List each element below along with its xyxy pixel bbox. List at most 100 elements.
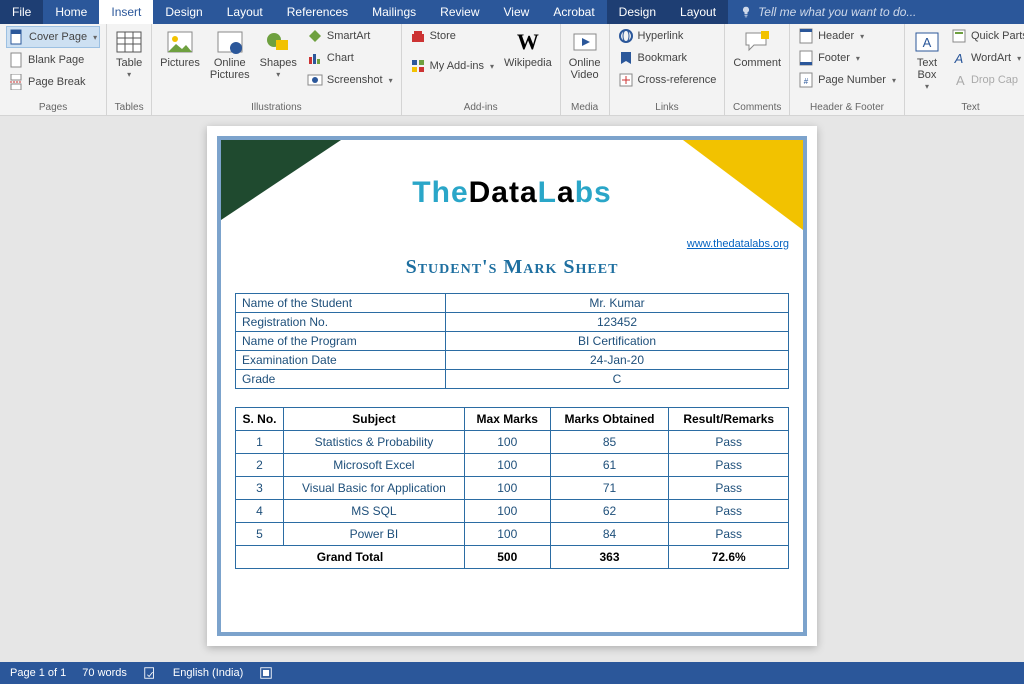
tab-view[interactable]: View bbox=[492, 0, 542, 24]
bookmark-button[interactable]: Bookmark bbox=[616, 48, 719, 68]
col-obtained: Marks Obtained bbox=[550, 408, 669, 431]
status-word-count[interactable]: 70 words bbox=[82, 667, 127, 679]
status-spellcheck[interactable] bbox=[143, 666, 157, 680]
footer-button[interactable]: Footer▾ bbox=[796, 48, 898, 68]
online-pictures-button[interactable]: Online Pictures bbox=[208, 26, 252, 83]
info-row: Examination Date24-Jan-20 bbox=[236, 351, 789, 370]
cross-reference-button[interactable]: Cross-reference bbox=[616, 70, 719, 90]
wikipedia-button[interactable]: WWikipedia bbox=[502, 26, 554, 71]
table-button[interactable]: Table▾ bbox=[113, 26, 145, 81]
tab-review[interactable]: Review bbox=[428, 0, 491, 24]
banner-right-shape bbox=[683, 140, 803, 230]
smartart-button[interactable]: SmartArt bbox=[305, 26, 395, 46]
page-number-button[interactable]: #Page Number▾ bbox=[796, 70, 898, 90]
group-header-footer: Header▾ Footer▾ #Page Number▾ Header & F… bbox=[790, 24, 905, 115]
shapes-button[interactable]: Shapes▾ bbox=[258, 26, 299, 81]
footer-icon bbox=[798, 50, 814, 66]
store-button[interactable]: Store bbox=[408, 26, 496, 46]
shapes-icon bbox=[264, 28, 292, 56]
video-icon bbox=[571, 28, 599, 56]
tab-file[interactable]: File bbox=[0, 0, 43, 24]
screenshot-button[interactable]: Screenshot▾ bbox=[305, 70, 395, 90]
info-row: Name of the ProgramBI Certification bbox=[236, 332, 789, 351]
screenshot-label: Screenshot bbox=[327, 74, 383, 86]
cross-reference-label: Cross-reference bbox=[638, 74, 717, 86]
tab-mailings[interactable]: Mailings bbox=[360, 0, 428, 24]
tab-table-design[interactable]: Design bbox=[607, 0, 668, 24]
tab-insert[interactable]: Insert bbox=[99, 0, 153, 24]
store-icon bbox=[410, 28, 426, 44]
tab-references[interactable]: References bbox=[275, 0, 360, 24]
cross-reference-icon bbox=[618, 72, 634, 88]
col-max: Max Marks bbox=[464, 408, 550, 431]
tab-home[interactable]: Home bbox=[43, 0, 99, 24]
page-break-label: Page Break bbox=[28, 76, 85, 88]
group-addins: Store My Add-ins▾ WWikipedia Add-ins bbox=[402, 24, 561, 115]
info-row: Registration No.123452 bbox=[236, 313, 789, 332]
header-label: Header bbox=[818, 30, 854, 42]
group-label-media: Media bbox=[567, 102, 603, 115]
marks-row: 1Statistics & Probability10085Pass bbox=[236, 431, 789, 454]
tab-design[interactable]: Design bbox=[153, 0, 214, 24]
tab-acrobat[interactable]: Acrobat bbox=[541, 0, 606, 24]
blank-page-label: Blank Page bbox=[28, 54, 84, 66]
page-break-button[interactable]: Page Break bbox=[6, 72, 100, 92]
info-val: Mr. Kumar bbox=[446, 294, 789, 313]
student-info-table: Name of the StudentMr. Kumar Registratio… bbox=[235, 293, 789, 389]
text-box-button[interactable]: AText Box▾ bbox=[911, 26, 943, 93]
tab-table-layout[interactable]: Layout bbox=[668, 0, 728, 24]
blank-page-button[interactable]: Blank Page bbox=[6, 50, 100, 70]
status-macro[interactable] bbox=[259, 666, 273, 680]
comment-button[interactable]: Comment bbox=[731, 26, 783, 71]
website-link-wrap: www.thedatalabs.org bbox=[235, 238, 789, 250]
bookmark-icon bbox=[618, 50, 634, 66]
bookmark-label: Bookmark bbox=[638, 52, 688, 64]
website-link[interactable]: www.thedatalabs.org bbox=[687, 238, 789, 250]
group-text: AText Box▾ Quick Parts AWordArt▾ ADrop C… bbox=[905, 24, 1024, 115]
info-val: 24-Jan-20 bbox=[446, 351, 789, 370]
online-video-button[interactable]: Online Video bbox=[567, 26, 603, 83]
text-box-label: Text Box bbox=[917, 57, 937, 81]
wikipedia-icon: W bbox=[514, 28, 542, 56]
footer-label: Footer bbox=[818, 52, 850, 64]
hyperlink-button[interactable]: Hyperlink bbox=[616, 26, 719, 46]
my-addins-icon bbox=[410, 58, 426, 74]
drop-cap-icon: A bbox=[951, 72, 967, 88]
macro-icon bbox=[259, 666, 273, 680]
pictures-button[interactable]: Pictures bbox=[158, 26, 202, 71]
tab-layout[interactable]: Layout bbox=[215, 0, 275, 24]
pictures-label: Pictures bbox=[160, 57, 200, 69]
drop-cap-button[interactable]: ADrop Cap▾ bbox=[949, 70, 1024, 90]
cover-page-button[interactable]: Cover Page▾ bbox=[6, 26, 100, 48]
chart-button[interactable]: Chart bbox=[305, 48, 395, 68]
total-label: Grand Total bbox=[236, 546, 465, 569]
smartart-label: SmartArt bbox=[327, 30, 370, 42]
marks-table: S. No. Subject Max Marks Marks Obtained … bbox=[235, 407, 789, 569]
total-max: 500 bbox=[464, 546, 550, 569]
page-number-icon: # bbox=[798, 72, 814, 88]
my-addins-button[interactable]: My Add-ins▾ bbox=[408, 56, 496, 76]
group-tables: Table▾ Tables bbox=[107, 24, 152, 115]
header-banner: TheDataLabs bbox=[235, 148, 789, 238]
status-page[interactable]: Page 1 of 1 bbox=[10, 667, 66, 679]
store-label: Store bbox=[430, 30, 456, 42]
hyperlink-label: Hyperlink bbox=[638, 30, 684, 42]
document-workspace[interactable]: TheDataLabs www.thedatalabs.org Student'… bbox=[0, 116, 1024, 662]
group-illustrations: Pictures Online Pictures Shapes▾ SmartAr… bbox=[152, 24, 401, 115]
page-break-icon bbox=[8, 74, 24, 90]
status-language[interactable]: English (India) bbox=[173, 667, 243, 679]
wordart-label: WordArt bbox=[971, 52, 1011, 64]
tell-me-search[interactable]: Tell me what you want to do... bbox=[728, 0, 1024, 24]
blank-page-icon bbox=[8, 52, 24, 68]
info-key: Examination Date bbox=[236, 351, 446, 370]
document-title: Student's Mark Sheet bbox=[235, 256, 789, 279]
ribbon: Cover Page▾ Blank Page Page Break Pages … bbox=[0, 24, 1024, 116]
tell-me-placeholder: Tell me what you want to do... bbox=[758, 5, 916, 19]
info-val: C bbox=[446, 370, 789, 389]
spellcheck-icon bbox=[143, 666, 157, 680]
svg-text:#: # bbox=[804, 77, 809, 86]
header-button[interactable]: Header▾ bbox=[796, 26, 898, 46]
wordart-icon: A bbox=[951, 50, 967, 66]
wordart-button[interactable]: AWordArt▾ bbox=[949, 48, 1024, 68]
quick-parts-button[interactable]: Quick Parts bbox=[949, 26, 1024, 46]
